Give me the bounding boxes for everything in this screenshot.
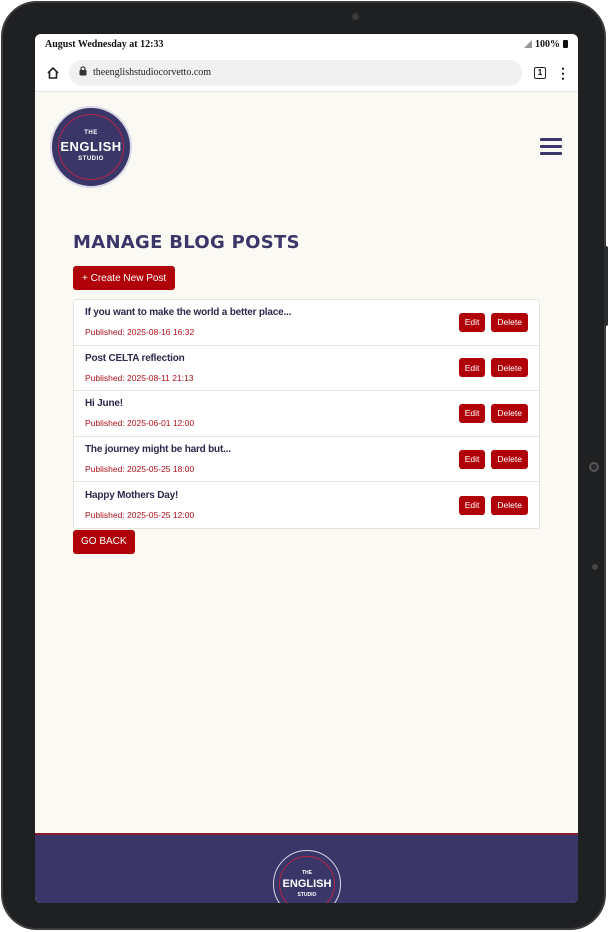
tabs-count-icon[interactable]: 1 [534, 66, 546, 79]
hamburger-menu-icon[interactable] [540, 138, 562, 159]
delete-button[interactable]: Delete [491, 358, 528, 378]
logo-english: ENGLISH [60, 139, 122, 154]
url-text: theenglishstudiocorvetto.com [93, 67, 212, 78]
post-row: Hi June! Published: 2025-06-01 12:00 Edi… [74, 391, 539, 437]
tablet-device: August Wednesday at 12:33 100% theenglis… [1, 1, 608, 930]
edit-button[interactable]: Edit [458, 358, 486, 378]
post-date: Published: 2025-08-11 21:13 [85, 372, 194, 383]
post-title: Post CELTA reflection [85, 352, 185, 364]
post-date: Published: 2025-08-16 16:32 [85, 327, 195, 338]
post-date: Published: 2025-05-25 12:00 [85, 510, 195, 521]
page-title: MANAGE BLOG POSTS [73, 232, 300, 253]
logo-the: THE [84, 130, 98, 136]
screen: August Wednesday at 12:33 100% theenglis… [35, 34, 578, 903]
go-back-button[interactable]: GO BACK [73, 529, 135, 554]
post-date: Published: 2025-06-01 12:00 [85, 418, 195, 429]
create-new-post-button[interactable]: + Create New Post [73, 266, 176, 290]
url-field[interactable]: theenglishstudiocorvetto.com [69, 59, 522, 86]
footer-logo-english: ENGLISH [282, 878, 332, 890]
post-row: Post CELTA reflection Published: 2025-08… [74, 346, 539, 392]
browser-address-bar: theenglishstudiocorvetto.com 1 ⋮ [35, 54, 578, 92]
post-title: If you want to make the world a better p… [85, 307, 292, 319]
delete-button[interactable]: Delete [491, 312, 528, 332]
status-time: August Wednesday at 12:33 [45, 38, 164, 50]
post-row: Happy Mothers Day! Published: 2025-05-25… [74, 482, 539, 528]
post-list: If you want to make the world a better p… [73, 299, 540, 529]
footer-logo-the: THE [302, 870, 312, 876]
delete-button[interactable]: Delete [491, 495, 528, 515]
post-title: The journey might be hard but... [85, 444, 231, 456]
more-menu-icon[interactable]: ⋮ [556, 66, 570, 80]
edit-button[interactable]: Edit [458, 312, 486, 332]
edit-button[interactable]: Edit [458, 403, 486, 423]
logo-studio: STUDIO [78, 156, 104, 162]
post-date: Published: 2025-05-25 18:00 [85, 464, 195, 475]
delete-button[interactable]: Delete [491, 449, 528, 469]
post-row: If you want to make the world a better p… [74, 300, 539, 346]
edit-button[interactable]: Edit [458, 495, 486, 515]
footer-logo[interactable]: THE ENGLISH STUDIO [273, 850, 341, 903]
edit-button[interactable]: Edit [458, 449, 486, 469]
battery-icon [563, 40, 568, 48]
post-row: The journey might be hard but... Publish… [74, 437, 539, 483]
main-content: MANAGE BLOG POSTS + Create New Post If y… [73, 232, 540, 554]
post-title: Happy Mothers Day! [85, 490, 179, 502]
status-bar: August Wednesday at 12:33 100% [35, 34, 578, 54]
site-header: THE ENGLISH STUDIO [35, 92, 578, 232]
camera [352, 13, 359, 20]
battery-percent: 100% [535, 38, 560, 50]
site-logo[interactable]: THE ENGLISH STUDIO [50, 106, 132, 188]
volume-button [604, 246, 608, 326]
signal-icon [524, 40, 532, 48]
footer-logo-studio: STUDIO [297, 892, 317, 898]
side-sensor [589, 462, 599, 472]
side-sensor-small [592, 564, 598, 570]
lock-icon [79, 66, 87, 79]
site-footer: THE ENGLISH STUDIO [35, 833, 578, 903]
home-icon[interactable] [43, 63, 63, 83]
post-title: Hi June! [85, 398, 123, 410]
delete-button[interactable]: Delete [491, 403, 528, 423]
